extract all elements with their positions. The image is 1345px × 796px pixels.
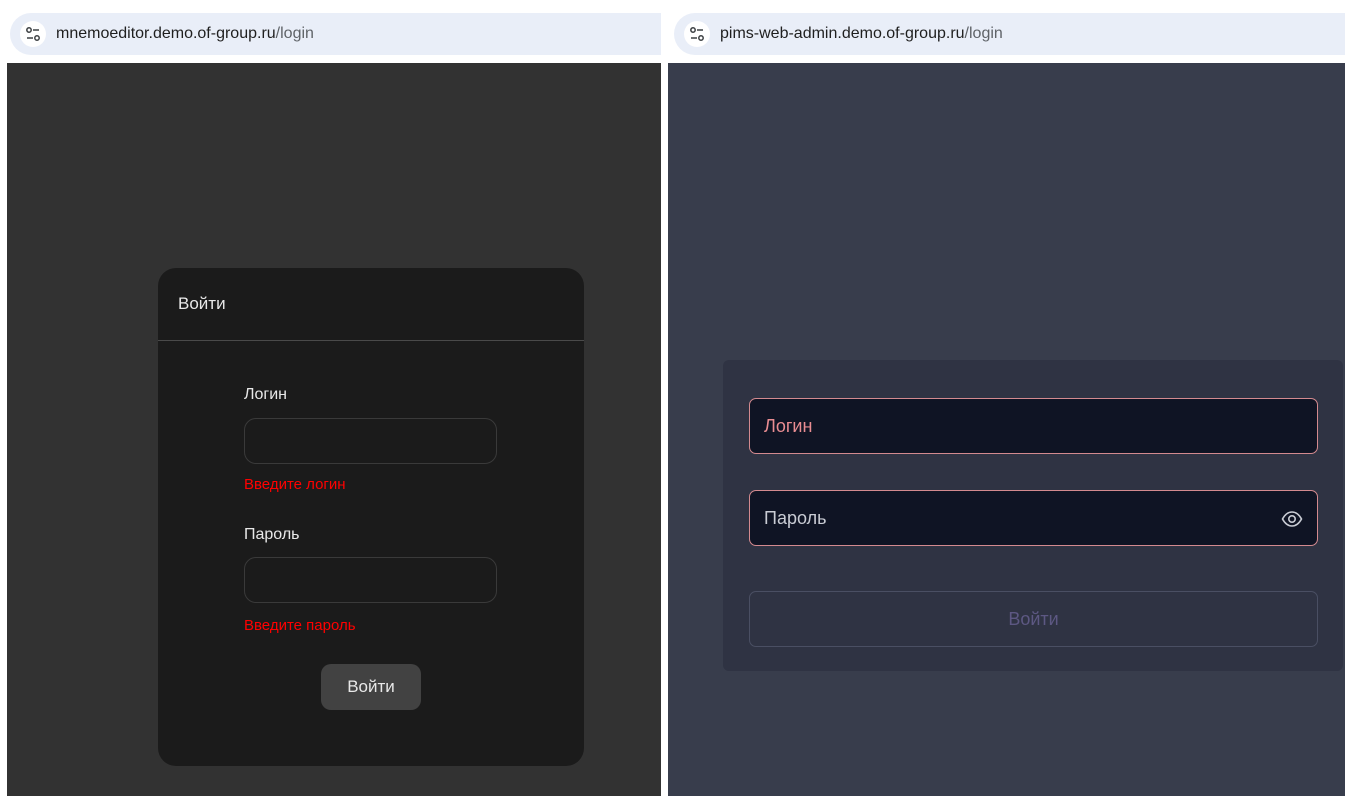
left-omnibox[interactable]: mnemoeditor.demo.of-group.ru/login [10,13,661,55]
left-url-host: mnemoeditor.demo.of-group.ru [56,25,276,42]
login-error: Введите логин [244,476,346,493]
left-url-path: /login [275,25,314,42]
left-login-button[interactable]: Войти [321,664,421,710]
right-browser-window: pims-web-admin.demo.of-group.ru/login Ло… [668,0,1345,796]
right-login-card: Логин Пароль Войти [723,360,1343,671]
left-address-bar: mnemoeditor.demo.of-group.ru/login [0,0,661,57]
password-label: Пароль [244,526,300,543]
right-login-input[interactable]: Логин [749,398,1318,454]
login-input[interactable] [244,418,497,464]
tune-icon[interactable] [684,21,710,47]
screenshot-stage: mnemoeditor.demo.of-group.ru/login Войти… [0,0,1345,796]
right-login-placeholder: Логин [764,415,813,436]
left-page-viewport: Войти Логин Введите логин Пароль Введите… [7,63,661,796]
right-login-button[interactable]: Войти [749,591,1318,647]
right-url-path: /login [964,25,1003,42]
left-login-card: Войти Логин Введите логин Пароль Введите… [158,268,584,766]
right-url-host: pims-web-admin.demo.of-group.ru [720,25,965,42]
right-password-input[interactable]: Пароль [749,490,1318,546]
right-password-placeholder: Пароль [764,507,827,528]
password-input[interactable] [244,557,497,603]
login-label: Логин [244,386,288,403]
left-card-divider [158,340,584,341]
right-page-viewport: Логин Пароль Войти [668,63,1345,796]
left-browser-window: mnemoeditor.demo.of-group.ru/login Войти… [0,0,661,796]
right-address-bar: pims-web-admin.demo.of-group.ru/login [668,0,1345,57]
password-error: Введите пароль [244,617,356,634]
left-url[interactable]: mnemoeditor.demo.of-group.ru/login [56,25,314,43]
eye-icon[interactable] [1281,509,1303,529]
right-omnibox[interactable]: pims-web-admin.demo.of-group.ru/login [674,13,1345,55]
tune-icon[interactable] [20,21,46,47]
left-card-title: Войти [178,294,226,313]
right-url[interactable]: pims-web-admin.demo.of-group.ru/login [720,25,1003,43]
